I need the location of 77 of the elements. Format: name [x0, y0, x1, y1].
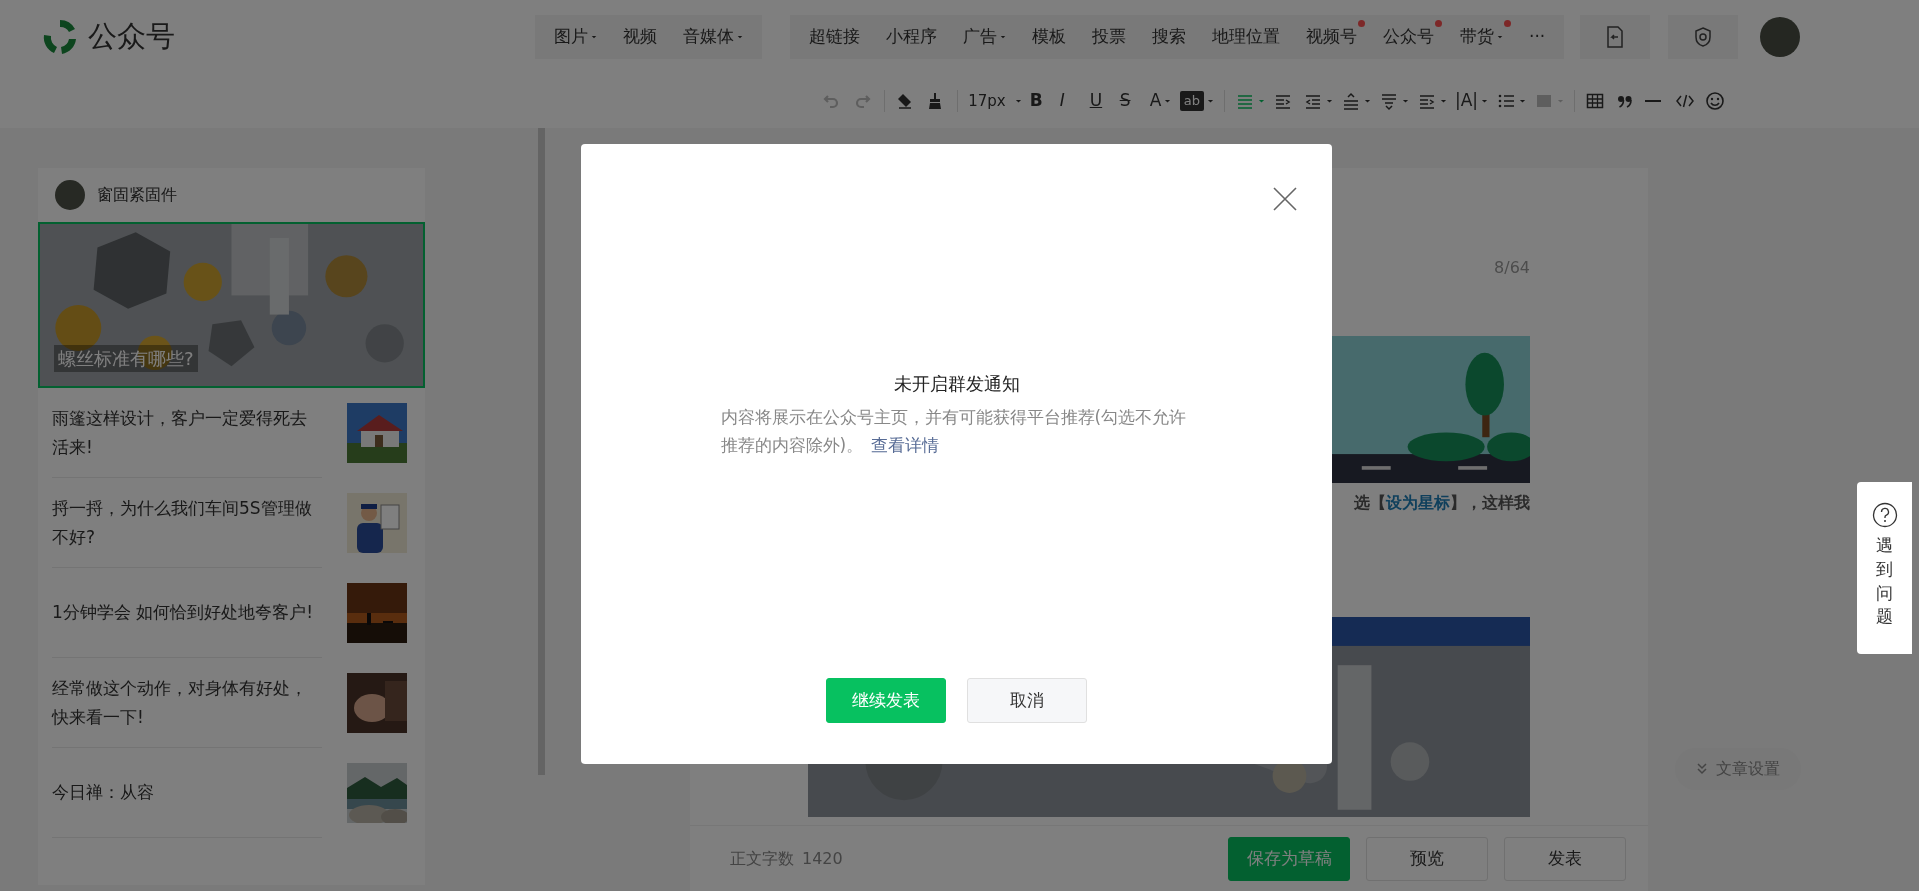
close-icon: [1272, 186, 1298, 212]
caret-icon: [1363, 98, 1371, 104]
underline-button[interactable]: U: [1085, 85, 1116, 117]
caret-icon: [1519, 98, 1526, 104]
caret-icon: [1439, 98, 1447, 104]
caret-icon: [1557, 98, 1564, 104]
article-title: 今日禅：从容: [52, 748, 322, 838]
word-count: 1420: [802, 847, 843, 870]
article-item[interactable]: 雨篷这样设计，客户一定爱得死去活来!: [52, 388, 407, 478]
italic-button[interactable]: I: [1055, 85, 1086, 117]
article-title: 1分钟学会 如何恰到好处地夸客户!: [52, 568, 322, 658]
scrollbar[interactable]: [538, 128, 545, 775]
double-chevron-icon: [1696, 762, 1708, 776]
caret-icon: [1014, 98, 1022, 104]
notification-dot: [1435, 20, 1442, 28]
toolbar-tab[interactable]: 广告: [950, 24, 1019, 50]
avatar[interactable]: [1760, 17, 1801, 57]
caret-icon: [1325, 98, 1333, 104]
article-item[interactable]: 1分钟学会 如何恰到好处地夸客户!: [52, 568, 407, 658]
cancel-button[interactable]: 取消: [967, 678, 1087, 723]
toolbar-tab[interactable]: 搜索: [1139, 24, 1199, 50]
caret-icon: [1206, 98, 1214, 104]
word-count-label: 正文字数: [730, 847, 794, 870]
details-link[interactable]: 查看详情: [871, 435, 940, 456]
toolbar-tab[interactable]: 模板: [1019, 24, 1079, 50]
toolbar-icon-button[interactable]: [1668, 15, 1739, 59]
font-color-button[interactable]: A: [1145, 85, 1176, 117]
caret-icon: [737, 35, 743, 40]
strikethrough-button[interactable]: S: [1115, 85, 1146, 117]
caret-icon: [1164, 98, 1172, 104]
editor-action-button[interactable]: 预览: [1366, 836, 1488, 881]
help-icon: [1871, 502, 1898, 528]
shield-icon: [1693, 26, 1714, 48]
article-title: 经常做这个动作，对身体有好处，快来看一下!: [52, 658, 322, 748]
notification-dot: [1504, 20, 1511, 28]
toolbar-tab[interactable]: 视频: [610, 24, 670, 50]
smiley-icon: [1705, 91, 1725, 111]
font-size-select[interactable]: 17px: [964, 85, 1026, 117]
article-item[interactable]: 今日禅：从容: [52, 748, 407, 838]
bold-button[interactable]: B: [1025, 85, 1056, 117]
notification-dot: [1358, 20, 1365, 28]
toolbar-tab[interactable]: 视频号: [1293, 24, 1370, 50]
caret-icon: [1401, 98, 1409, 104]
caret-icon: [1497, 35, 1503, 40]
app-title: 公众号: [88, 18, 175, 56]
toolbar-tab[interactable]: 图片: [541, 24, 610, 50]
toolbar-tab[interactable]: 带货: [1447, 24, 1516, 50]
editor-action-button[interactable]: 发表: [1504, 836, 1626, 881]
article-item[interactable]: 经常做这个动作，对身体有好处，快来看一下!: [52, 658, 407, 748]
dialog-message: 内容将展示在公众号主页，并有可能获得平台推荐(勾选不允许推荐的内容除外)。 查看详情: [720, 406, 1188, 458]
cover-article[interactable]: 螺丝标准有哪些?: [38, 222, 425, 388]
article-text: 选【设为星标】，这样我: [1353, 492, 1530, 514]
toolbar-tab[interactable]: ···: [1516, 24, 1559, 50]
toolbar-tab[interactable]: 超链接: [796, 24, 873, 50]
caret-icon: [1000, 35, 1006, 40]
article-item[interactable]: 捋一捋，为什么我们车间5S管理做不好?: [52, 478, 407, 568]
help-button[interactable]: 遇到问题: [1857, 482, 1912, 654]
toolbar-icon-button[interactable]: [1580, 15, 1651, 59]
highlight-button[interactable]: ab: [1175, 85, 1218, 117]
table-icon: [1585, 91, 1605, 111]
article-title: 捋一捋，为什么我们车间5S管理做不好?: [52, 478, 322, 568]
account-name: 窗固紧固件: [97, 184, 177, 206]
letter-spacing-button[interactable]: |A|: [1450, 85, 1492, 117]
document-icon: [1605, 25, 1626, 49]
caret-icon: [1257, 98, 1265, 104]
horizontal-rule-icon: [1645, 100, 1661, 102]
dialog-title: 未开启群发通知: [892, 372, 1021, 396]
toolbar-tab[interactable]: 音媒体: [670, 24, 756, 50]
toolbar-tab[interactable]: 小程序: [873, 24, 950, 50]
caret-icon: [1481, 98, 1488, 104]
toolbar-tab[interactable]: 地理位置: [1199, 24, 1293, 50]
avatar: [55, 180, 85, 210]
continue-button[interactable]: 继续发表: [826, 678, 946, 723]
caret-icon: [591, 35, 597, 40]
toolbar-tab[interactable]: 公众号: [1370, 24, 1447, 50]
article-title: 雨篷这样设计，客户一定爱得死去活来!: [52, 388, 322, 478]
toolbar-tab[interactable]: 投票: [1079, 24, 1139, 50]
